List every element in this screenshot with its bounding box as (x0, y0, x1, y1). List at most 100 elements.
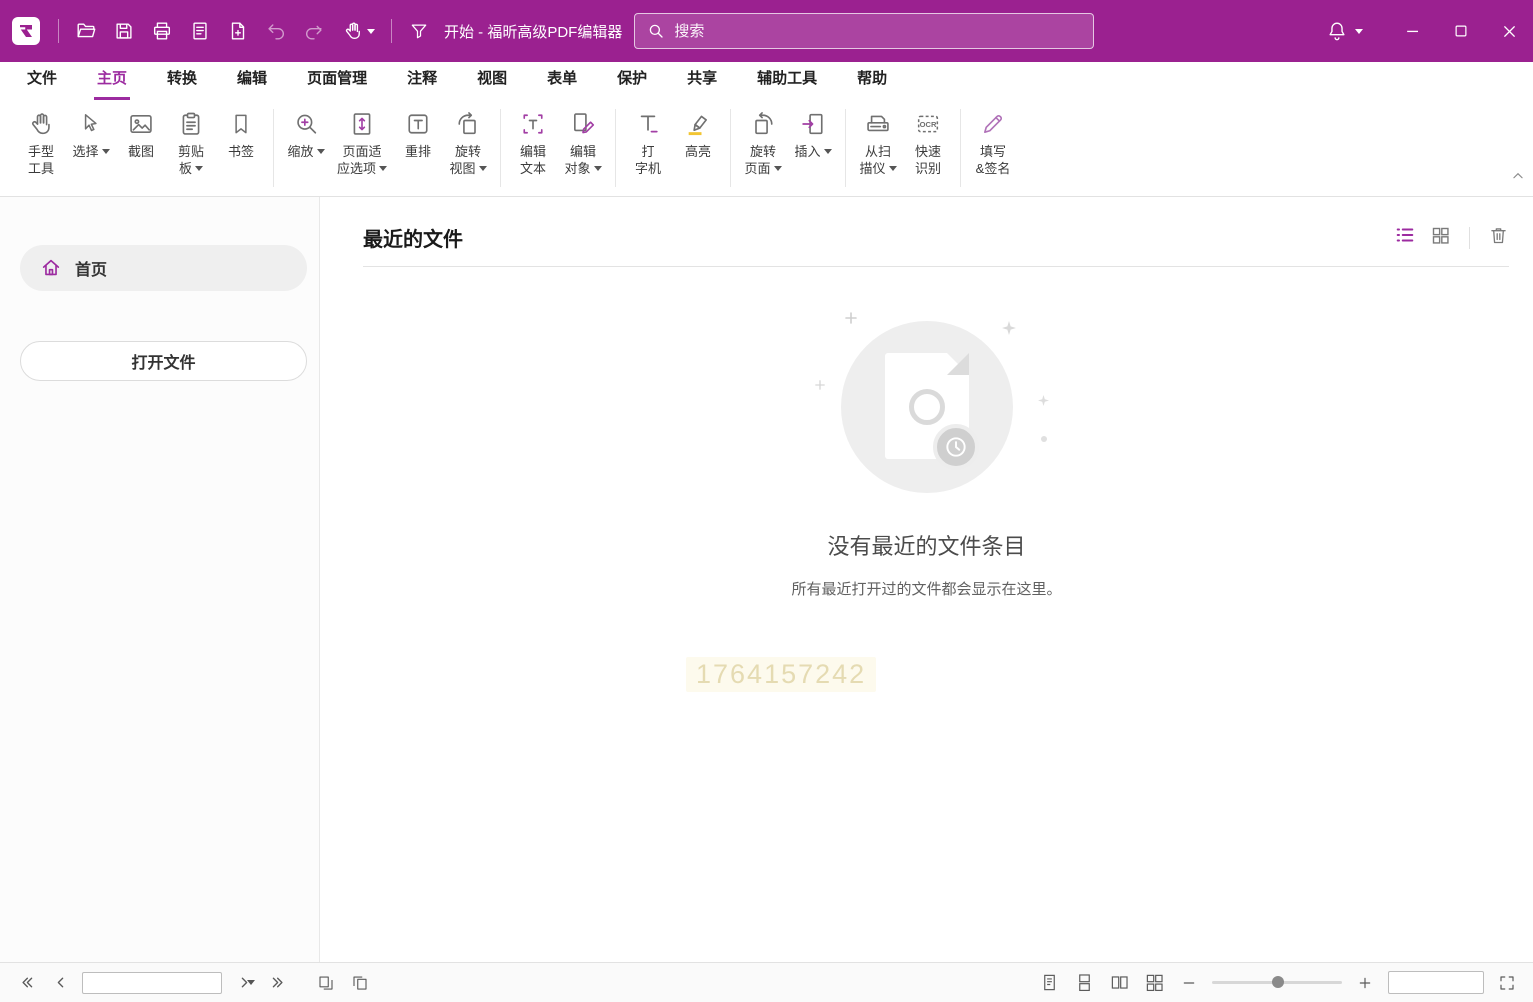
list-view-button[interactable] (1394, 224, 1416, 251)
collapse-ribbon-button[interactable] (1511, 169, 1525, 188)
tab-home[interactable]: 主页 (94, 59, 130, 100)
rotate-view-icon (454, 109, 482, 139)
fullscreen-button[interactable] (1495, 971, 1519, 995)
first-page-button[interactable] (14, 971, 38, 995)
ribbon-item-label: 高亮 (685, 144, 711, 159)
tab-accessibility[interactable]: 辅助工具 (754, 59, 820, 100)
minus-icon (1181, 975, 1197, 991)
zoom-slider-thumb[interactable] (1272, 976, 1284, 988)
snapshot-button[interactable]: 截图 (116, 107, 166, 163)
zoom-button[interactable]: 缩放 (281, 107, 331, 163)
last-page-button[interactable] (266, 971, 290, 995)
tab-help[interactable]: 帮助 (854, 59, 890, 100)
zoom-in-button[interactable] (1353, 971, 1377, 995)
zoom-level-combo[interactable] (1388, 971, 1484, 994)
ribbon-item-label: 旋转 页面 (745, 144, 777, 176)
save-icon (113, 20, 135, 42)
reflow-button[interactable]: 重排 (393, 107, 443, 163)
zoom-out-button[interactable] (1177, 971, 1201, 995)
highlight-button[interactable]: 高亮 (673, 107, 723, 163)
ribbon-separator (960, 109, 961, 187)
rotate-pages-button[interactable]: 旋转 页面 (738, 107, 788, 180)
recent-files-panel: 最近的文件 (320, 197, 1533, 962)
grid-view-button[interactable] (1430, 225, 1451, 251)
foxit-pdf-editor-window: 开始 - 福昕高级PDF编辑器 文件 主页 转换 编辑 页面管理 (0, 0, 1533, 1002)
chevron-down-icon (824, 149, 832, 154)
insert-pages-button[interactable]: 插入 (788, 107, 838, 163)
edit-object-button[interactable]: 编辑 对象 (558, 107, 608, 180)
empty-state-illustration (841, 321, 1013, 493)
tab-share[interactable]: 共享 (684, 59, 720, 100)
chevron-down-icon (379, 166, 387, 171)
undo-button[interactable] (257, 11, 295, 51)
page-number-combo[interactable] (82, 972, 222, 994)
tab-view[interactable]: 视图 (474, 59, 510, 100)
edit-text-button[interactable]: 编辑 文本 (508, 107, 558, 180)
tab-protect[interactable]: 保护 (614, 59, 650, 100)
tab-page-organize[interactable]: 页面管理 (304, 59, 370, 100)
continuous-facing-view-button[interactable] (1142, 971, 1166, 995)
facing-view-button[interactable] (1107, 971, 1131, 995)
new-document-button[interactable] (219, 11, 257, 51)
next-view-button[interactable] (348, 971, 372, 995)
close-button[interactable] (1485, 0, 1533, 62)
redo-button[interactable] (295, 11, 333, 51)
sidebar-item-home[interactable]: 首页 (20, 245, 307, 291)
maximize-button[interactable] (1437, 0, 1485, 62)
page-number-input[interactable] (89, 976, 244, 990)
tab-convert[interactable]: 转换 (164, 59, 200, 100)
plus-icon (1357, 975, 1373, 991)
touch-mode-button[interactable] (333, 11, 383, 51)
rotate-view-button[interactable]: 旋转 视图 (443, 107, 493, 180)
print-icon (151, 20, 173, 42)
previous-view-button[interactable] (314, 971, 338, 995)
from-scanner-button[interactable]: 从扫 描仪 (853, 107, 903, 180)
open-file-label: 打开文件 (131, 349, 195, 373)
typewriter-button[interactable]: 打 字机 (623, 107, 673, 180)
typewriter-icon (634, 109, 662, 139)
chevron-down-icon (1355, 29, 1363, 34)
highlighter-icon (684, 109, 712, 139)
zoom-slider[interactable] (1212, 981, 1342, 984)
ribbon-item-label: 截图 (128, 144, 154, 159)
tools-divider (1469, 227, 1470, 249)
previous-page-button[interactable] (48, 971, 72, 995)
ribbon-item-label: 手型 工具 (28, 144, 54, 176)
single-page-view-button[interactable] (1037, 971, 1061, 995)
filter-button[interactable] (400, 11, 438, 51)
tab-file[interactable]: 文件 (24, 59, 60, 100)
tab-comment[interactable]: 注释 (404, 59, 440, 100)
fit-page-options-button[interactable]: 页面适 应选项 (331, 107, 393, 180)
document-logo-mark (909, 389, 945, 425)
hand-pointer-icon (342, 20, 364, 42)
open-folder-button[interactable] (67, 11, 105, 51)
notifications-button[interactable] (1326, 20, 1363, 42)
fill-sign-button[interactable]: 填写 &签名 (968, 107, 1018, 180)
save-button[interactable] (105, 11, 143, 51)
fit-page-icon (348, 109, 376, 139)
double-chevron-right-icon (270, 974, 287, 991)
tab-edit[interactable]: 编辑 (234, 59, 270, 100)
continuous-view-button[interactable] (1072, 971, 1096, 995)
next-page-button[interactable] (232, 971, 256, 995)
print-preview-button[interactable] (181, 11, 219, 51)
hand-tool-button[interactable]: 手型 工具 (16, 107, 66, 180)
snapshot-icon (127, 109, 155, 139)
sparkle-star-icon (1002, 321, 1016, 340)
quick-ocr-button[interactable]: OCR 快速 识别 (903, 107, 953, 180)
open-file-button[interactable]: 打开文件 (20, 341, 307, 381)
search-box[interactable] (634, 13, 1094, 49)
insert-icon (799, 109, 827, 139)
clipboard-button[interactable]: 剪贴 板 (166, 107, 216, 180)
tab-form[interactable]: 表单 (544, 59, 580, 100)
minimize-button[interactable] (1389, 0, 1437, 62)
foxit-logo-icon (12, 17, 40, 45)
print-button[interactable] (143, 11, 181, 51)
clear-recent-button[interactable] (1488, 225, 1509, 251)
select-tool-button[interactable]: 选择 (66, 107, 116, 163)
search-input[interactable] (674, 23, 1081, 40)
ribbon-separator (730, 109, 731, 187)
recent-files-title: 最近的文件 (363, 223, 463, 252)
bookmark-button[interactable]: 书签 (216, 107, 266, 163)
chevron-right-icon (236, 974, 253, 991)
